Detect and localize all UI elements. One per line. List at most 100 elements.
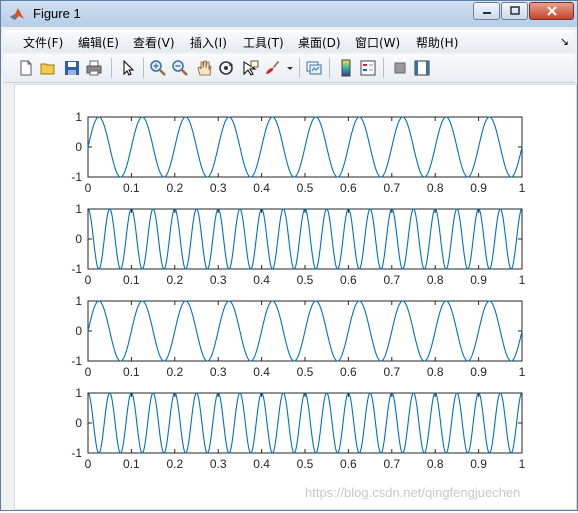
x-tick-label: 1 xyxy=(519,365,526,379)
x-tick-label: 0.2 xyxy=(166,365,183,379)
x-tick-label: 0.1 xyxy=(123,365,140,379)
minimize-button[interactable] xyxy=(473,2,500,20)
figure-canvas[interactable]: 0 0.1 0.2 0.3 0.4 0.5 0.6 0.7 0.8 0.9 1 1 0 -1 0 0.1 0.2… xyxy=(14,84,577,510)
x-tick-label: 0.5 xyxy=(297,181,314,195)
x-tick-label: 0.2 xyxy=(166,457,183,471)
select-arrow-icon[interactable] xyxy=(119,59,137,77)
x-tick-label: 0.6 xyxy=(340,457,357,471)
x-tick-label: 0.2 xyxy=(166,273,183,287)
x-tick-label: 0.4 xyxy=(253,365,270,379)
x-tick-label: 0.5 xyxy=(297,457,314,471)
figure-window: Figure 1 文件(F) 编辑(E) 查看(V) 插入(I) 工具(T) 桌… xyxy=(0,0,578,511)
zoom-in-icon[interactable] xyxy=(149,59,167,77)
y-tick-label: 1 xyxy=(75,294,82,308)
rotate-3d-icon[interactable] xyxy=(217,59,235,77)
insert-legend-icon[interactable] xyxy=(359,59,377,77)
pan-icon[interactable] xyxy=(195,59,213,77)
x-tick-label: 0 xyxy=(85,365,92,379)
x-tick-label: 0.7 xyxy=(383,181,400,195)
x-tick-label: 0.6 xyxy=(340,273,357,287)
new-figure-icon[interactable] xyxy=(17,59,35,77)
zoom-out-icon[interactable] xyxy=(171,59,189,77)
minimize-icon xyxy=(482,12,491,14)
brush-icon[interactable] xyxy=(263,59,281,77)
menu-overflow-arrow[interactable]: ↘ xyxy=(560,35,569,48)
x-tick-label: 0.1 xyxy=(123,457,140,471)
y-tick-label: 0 xyxy=(75,324,82,338)
window-title: Figure 1 xyxy=(33,6,81,21)
x-tick-label: 0.3 xyxy=(210,365,227,379)
x-tick-label: 1 xyxy=(519,181,526,195)
x-tick-label: 0.2 xyxy=(166,181,183,195)
x-tick-label: 0.8 xyxy=(427,457,444,471)
x-tick-label: 0.6 xyxy=(340,181,357,195)
x-tick-label: 0.1 xyxy=(123,273,140,287)
close-icon xyxy=(546,6,557,16)
y-tick-label: 1 xyxy=(75,386,82,400)
menu-tools[interactable]: 工具(T) xyxy=(243,34,284,51)
save-icon[interactable] xyxy=(63,59,81,77)
x-tick-label: 0 xyxy=(85,457,92,471)
y-tick-label: -1 xyxy=(71,354,82,368)
x-tick-label: 0.8 xyxy=(427,365,444,379)
x-tick-label: 0.7 xyxy=(383,365,400,379)
x-tick-label: 0.7 xyxy=(383,457,400,471)
matlab-logo-icon xyxy=(10,8,24,20)
menu-help[interactable]: 帮助(H) xyxy=(416,34,458,51)
watermark-text: https://blog.csdn.net/qingfengjuechen xyxy=(305,485,521,500)
insert-colorbar-icon[interactable] xyxy=(337,59,355,77)
menu-desktop[interactable]: 桌面(D) xyxy=(298,34,341,51)
y-tick-label: -1 xyxy=(71,170,82,184)
y-tick-label: 0 xyxy=(75,416,82,430)
x-tick-label: 1 xyxy=(519,457,526,471)
menu-window[interactable]: 窗口(W) xyxy=(355,34,400,51)
y-tick-label: 0 xyxy=(75,140,82,154)
toolbar-separator xyxy=(329,58,330,78)
x-tick-label: 0.4 xyxy=(253,273,270,287)
y-tick-label: 1 xyxy=(75,202,82,216)
maximize-icon xyxy=(509,6,520,15)
axes-box-2 xyxy=(87,208,523,270)
x-tick-label: 0.9 xyxy=(470,457,487,471)
x-tick-label: 0.9 xyxy=(470,273,487,287)
close-button[interactable] xyxy=(529,2,574,20)
x-tick-label: 0.1 xyxy=(123,181,140,195)
x-tick-label: 0 xyxy=(85,273,92,287)
x-tick-label: 0.9 xyxy=(470,365,487,379)
hide-plot-tools-icon[interactable] xyxy=(391,59,409,77)
link-plot-icon[interactable] xyxy=(305,59,323,77)
x-tick-label: 0.5 xyxy=(297,365,314,379)
x-tick-label: 0.4 xyxy=(253,457,270,471)
menu-view[interactable]: 查看(V) xyxy=(133,34,175,51)
menu-file[interactable]: 文件(F) xyxy=(23,34,63,51)
x-tick-label: 0.8 xyxy=(427,181,444,195)
x-tick-label: 0.9 xyxy=(470,181,487,195)
toolbar-separator xyxy=(299,58,300,78)
data-cursor-icon[interactable] xyxy=(241,59,259,77)
x-tick-label: 0.3 xyxy=(210,181,227,195)
x-tick-label: 1 xyxy=(519,273,526,287)
y-tick-label: 1 xyxy=(75,110,82,124)
figure-toolbar xyxy=(3,54,575,83)
show-plot-tools-icon[interactable] xyxy=(413,59,431,77)
toolbar-separator xyxy=(143,58,144,78)
print-icon[interactable] xyxy=(85,59,103,77)
subplot-stack: 0 0.1 0.2 0.3 0.4 0.5 0.6 0.7 0.8 0.9 110-10 0.1 0.2… xyxy=(71,110,526,471)
toolbar-separator xyxy=(111,58,112,78)
x-tick-label: 0.7 xyxy=(383,273,400,287)
menu-edit[interactable]: 编辑(E) xyxy=(78,34,119,51)
toolbar-separator xyxy=(383,58,384,78)
x-tick-label: 0.3 xyxy=(210,273,227,287)
open-file-icon[interactable] xyxy=(39,59,57,77)
x-tick-label: 0.4 xyxy=(253,181,270,195)
x-tick-label: 0.3 xyxy=(210,457,227,471)
brush-dropdown-icon[interactable] xyxy=(285,59,295,77)
y-tick-label: -1 xyxy=(71,262,82,276)
y-tick-label: 0 xyxy=(75,232,82,246)
maximize-button[interactable] xyxy=(501,2,528,20)
title-bar[interactable]: Figure 1 xyxy=(1,1,577,27)
menu-insert[interactable]: 插入(I) xyxy=(190,34,227,51)
x-tick-label: 0 xyxy=(85,181,92,195)
x-tick-label: 0.5 xyxy=(297,273,314,287)
axes-box-4 xyxy=(87,392,523,454)
